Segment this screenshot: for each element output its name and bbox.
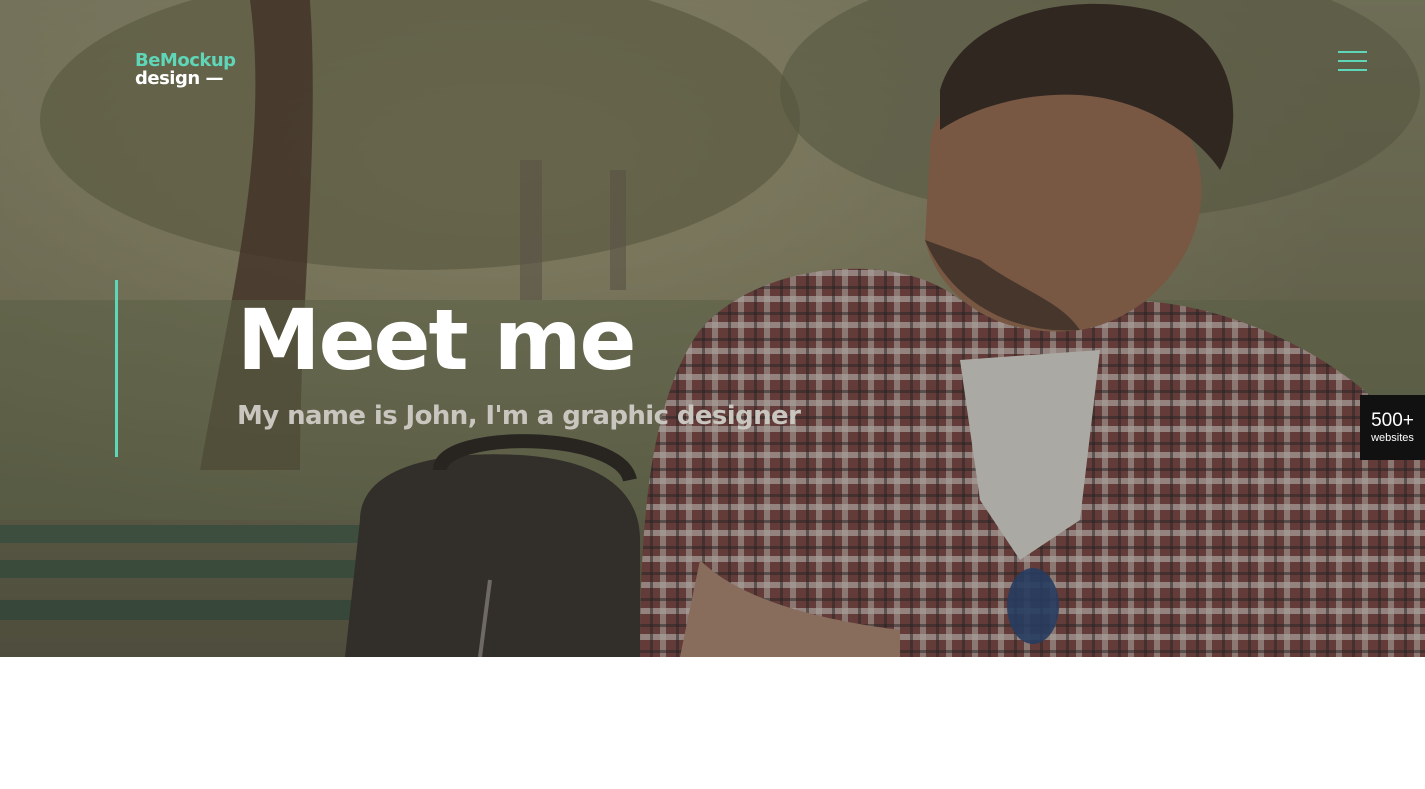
menu-bar-middle — [1338, 60, 1367, 62]
websites-count-badge[interactable]: 500+ websites — [1360, 395, 1425, 460]
hero-section: BeMockup design — Meet me My name is Joh… — [0, 0, 1425, 657]
hero-title: Meet me — [237, 291, 636, 389]
hero-accent-line — [115, 280, 118, 457]
hero-subtitle: My name is John, I'm a graphic designer — [237, 401, 801, 431]
logo-line-2: design — — [135, 68, 223, 89]
hamburger-menu-icon[interactable] — [1338, 51, 1367, 73]
badge-count: 500+ — [1371, 410, 1414, 431]
badge-label: websites — [1371, 432, 1414, 444]
hero-background-photo — [0, 0, 1425, 657]
menu-bar-bottom — [1338, 69, 1367, 71]
site-logo[interactable]: BeMockup design — — [135, 52, 236, 88]
menu-bar-top — [1338, 51, 1367, 53]
